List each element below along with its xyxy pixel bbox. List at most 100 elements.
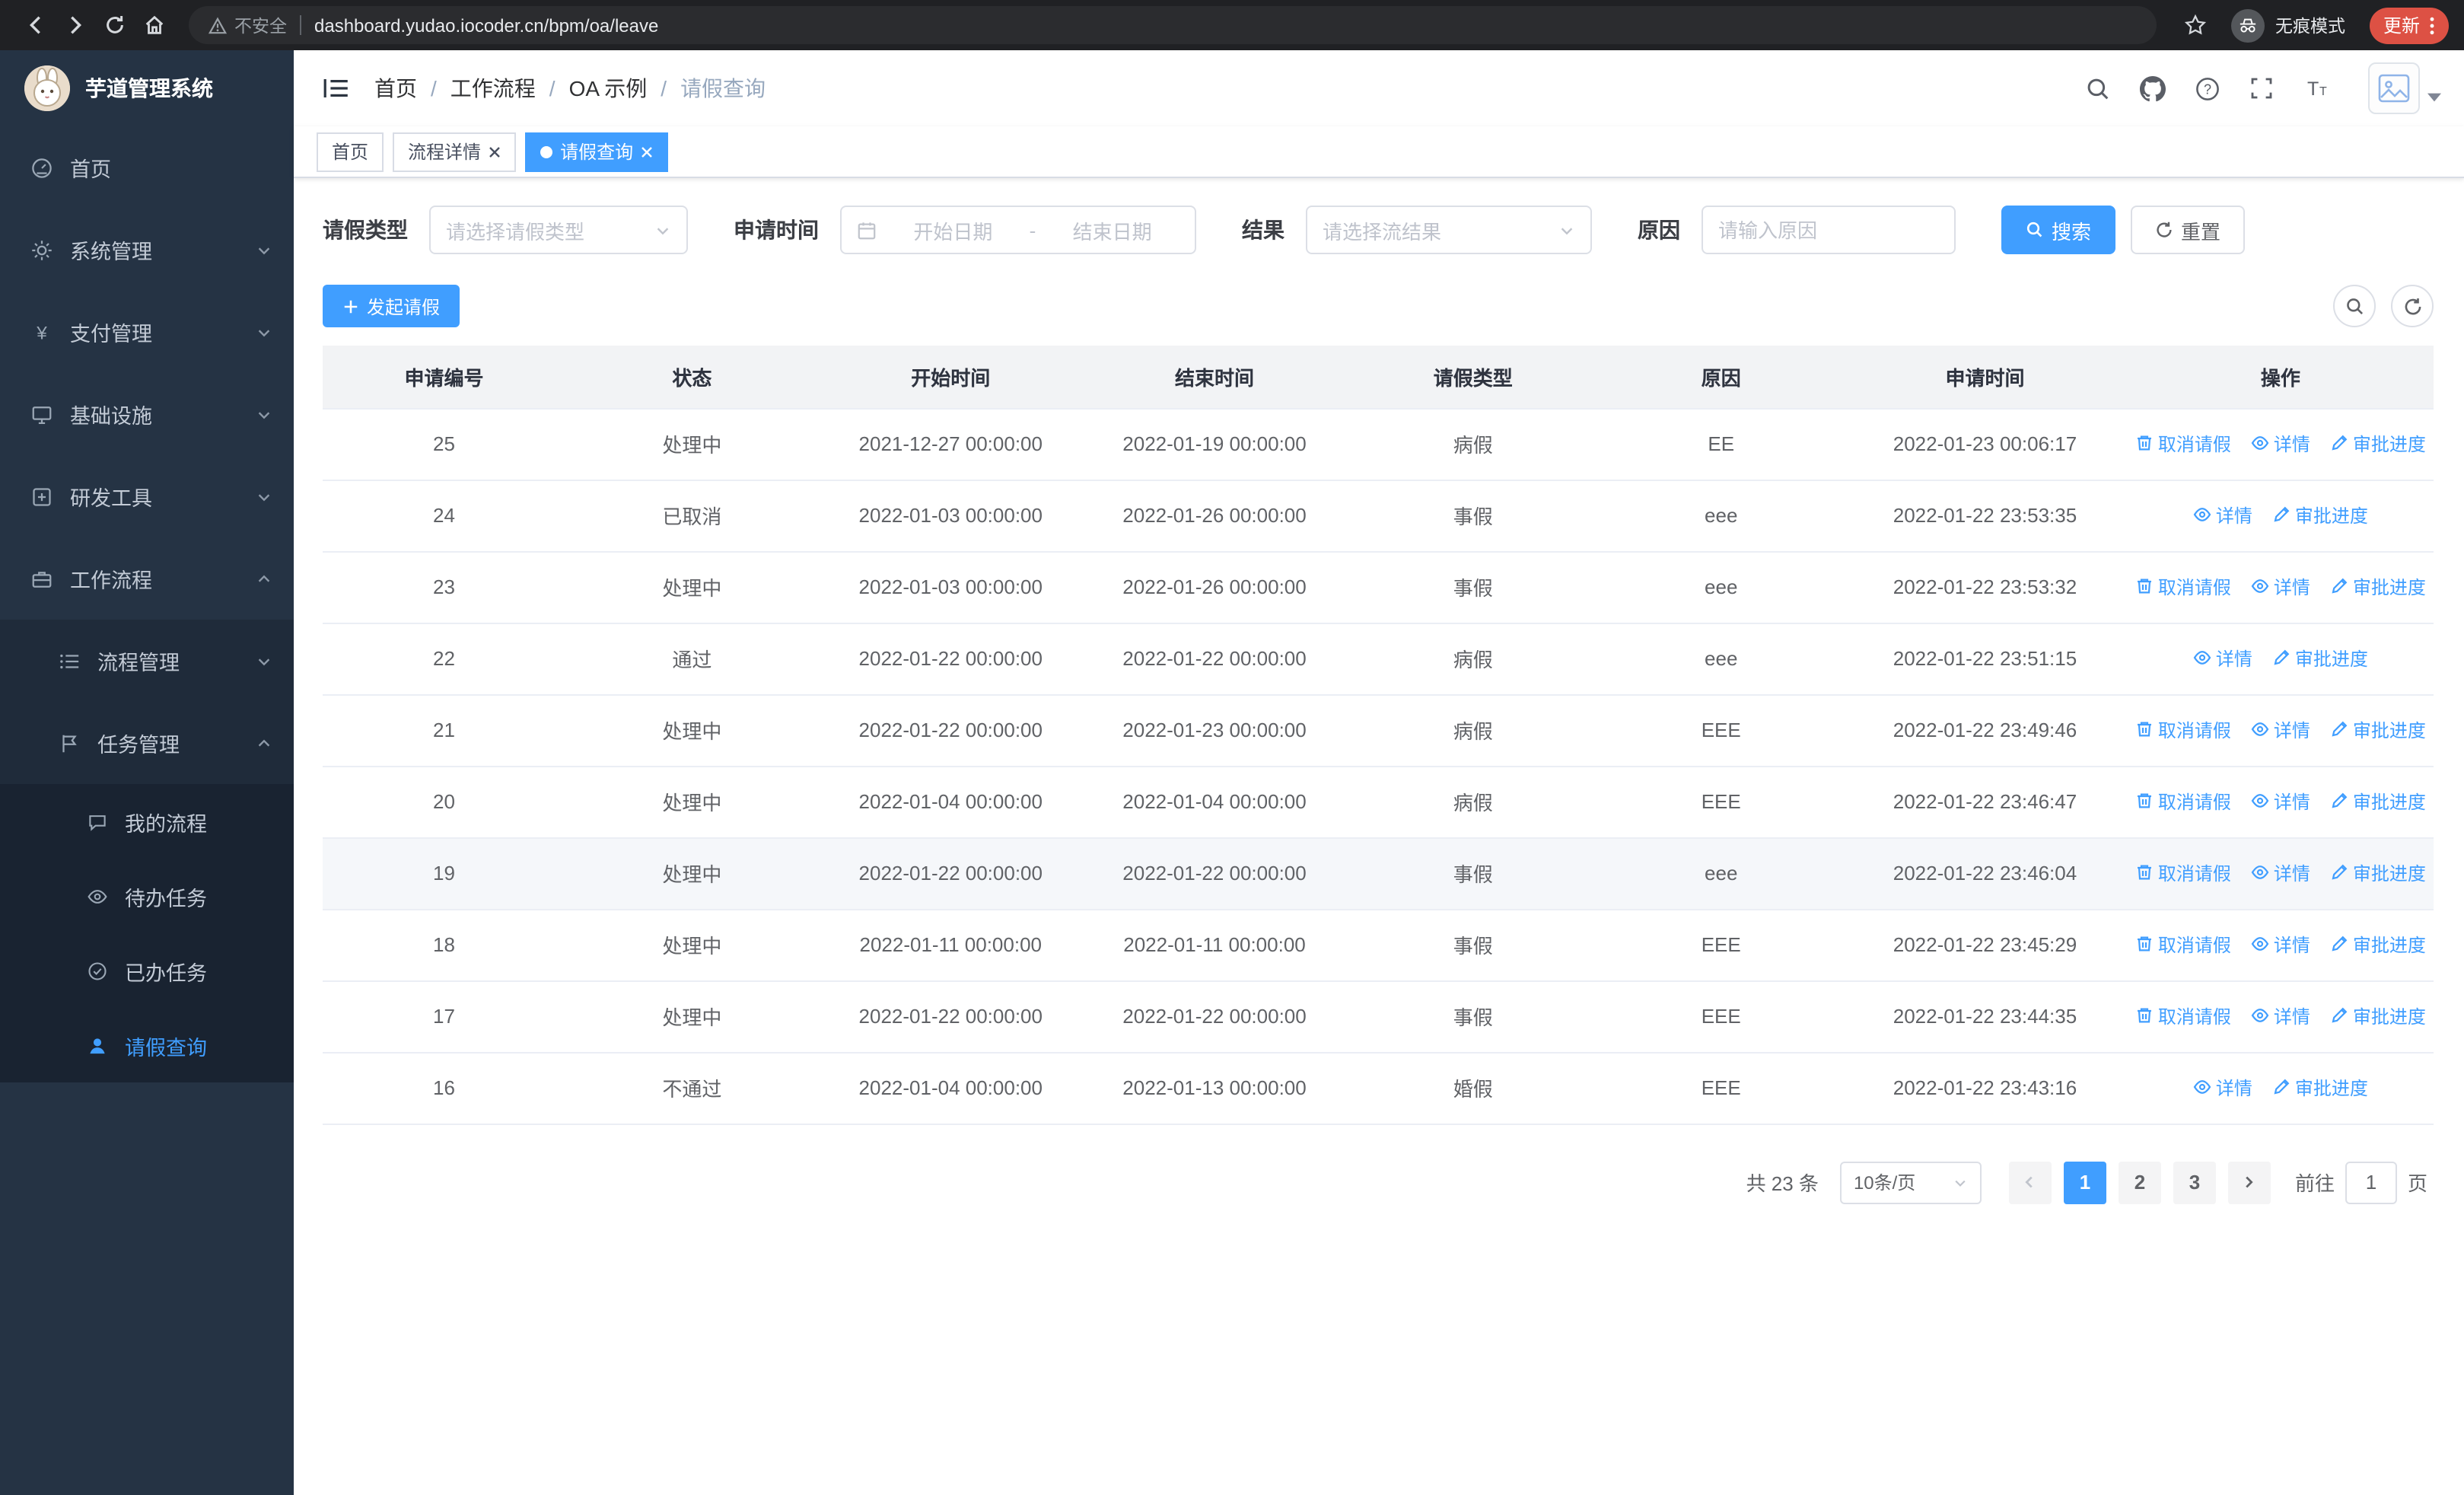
- cancel-leave-link[interactable]: 取消请假: [2135, 1003, 2231, 1029]
- breadcrumb-workflow[interactable]: 工作流程: [450, 73, 536, 104]
- cell-type: 病假: [1346, 694, 1600, 767]
- breadcrumb-home[interactable]: 首页: [374, 73, 417, 104]
- search-button[interactable]: 搜索: [2001, 206, 2116, 254]
- reset-button[interactable]: 重置: [2131, 206, 2246, 254]
- sidebar-item-payment[interactable]: ¥ 支付管理: [0, 291, 294, 373]
- sidebar-item-label: 任务管理: [97, 734, 180, 757]
- toolbox-icon: [30, 485, 55, 508]
- sidebar-item-infrastructure[interactable]: 基础设施: [0, 373, 294, 455]
- search-icon[interactable]: [2085, 75, 2111, 101]
- close-icon[interactable]: [641, 145, 653, 158]
- github-icon[interactable]: [2140, 75, 2166, 101]
- sidebar-item-task-management[interactable]: 任务管理: [0, 702, 294, 784]
- action-label: 详情: [2215, 1077, 2252, 1099]
- filter-result: 结果 请选择流结果: [1242, 206, 1592, 254]
- cancel-leave-link[interactable]: 取消请假: [2135, 717, 2231, 743]
- approval-progress-link[interactable]: 审批进度: [2330, 860, 2426, 886]
- cell-status: 不通过: [565, 1052, 819, 1124]
- reload-button[interactable]: [94, 5, 134, 45]
- fullscreen-icon[interactable]: [2249, 76, 2274, 100]
- breadcrumb-separator: /: [661, 76, 667, 100]
- address-bar[interactable]: 不安全 dashboard.yudao.iocoder.cn/bpm/oa/le…: [189, 6, 2157, 44]
- create-leave-button[interactable]: 发起请假: [323, 285, 460, 327]
- avatar[interactable]: [2368, 62, 2420, 114]
- cancel-leave-link[interactable]: 取消请假: [2135, 431, 2231, 457]
- browser-menu-icon[interactable]: [2429, 14, 2435, 36]
- font-size-icon[interactable]: TT: [2303, 76, 2330, 100]
- next-page-button[interactable]: [2227, 1161, 2271, 1203]
- flag-icon: [58, 732, 82, 754]
- svg-text:T: T: [2307, 78, 2319, 100]
- approval-progress-link[interactable]: 审批进度: [2330, 574, 2426, 600]
- result-select[interactable]: 请选择流结果: [1306, 206, 1592, 254]
- update-button[interactable]: 更新: [2369, 7, 2449, 43]
- cancel-leave-link[interactable]: 取消请假: [2135, 789, 2231, 814]
- page-content: 请假类型 请选择请假类型 申请时间 开始日期 - 结束日期 结果 请选择流结果 …: [294, 178, 2464, 1495]
- goto-page-input[interactable]: [2345, 1161, 2397, 1203]
- refresh-button[interactable]: [2391, 285, 2434, 327]
- sidebar-item-home[interactable]: 首页: [0, 126, 294, 209]
- home-button[interactable]: [134, 5, 173, 45]
- close-icon[interactable]: [489, 145, 501, 158]
- cancel-leave-link[interactable]: 取消请假: [2135, 932, 2231, 958]
- sidebar-item-my-process[interactable]: 我的流程: [0, 784, 294, 859]
- approval-progress-link[interactable]: 审批进度: [2330, 932, 2426, 958]
- sidebar-item-leave-query[interactable]: 请假查询: [0, 1008, 294, 1082]
- cell-applied: 2022-01-22 23:51:15: [1842, 623, 2128, 695]
- cell-id: 16: [323, 1052, 565, 1124]
- sidebar-item-done-tasks[interactable]: 已办任务: [0, 933, 294, 1008]
- leave-type-select[interactable]: 请选择请假类型: [429, 206, 688, 254]
- detail-link[interactable]: 详情: [2251, 789, 2310, 814]
- detail-link[interactable]: 详情: [2193, 502, 2252, 528]
- app-logo: [24, 65, 70, 111]
- page-button-1[interactable]: 1: [2063, 1161, 2106, 1203]
- prev-page-button[interactable]: [2008, 1161, 2052, 1203]
- detail-link[interactable]: 详情: [2251, 431, 2310, 457]
- sidebar-item-system[interactable]: 系统管理: [0, 209, 294, 291]
- sidebar-toggle-icon[interactable]: [317, 70, 356, 107]
- approval-progress-link[interactable]: 审批进度: [2330, 1003, 2426, 1029]
- approval-progress-link[interactable]: 审批进度: [2272, 502, 2368, 528]
- approval-progress-link[interactable]: 审批进度: [2330, 717, 2426, 743]
- breadcrumb-oa-example[interactable]: OA 示例: [569, 73, 648, 104]
- chevron-up-icon: [256, 570, 272, 587]
- approval-progress-link[interactable]: 审批进度: [2330, 789, 2426, 814]
- main-area: 首页 / 工作流程 / OA 示例 / 请假查询 ? TT 首页 流程详情 请假…: [294, 50, 2464, 1495]
- page-button-2[interactable]: 2: [2118, 1161, 2161, 1203]
- sidebar-item-process-management[interactable]: 流程管理: [0, 620, 294, 702]
- detail-link[interactable]: 详情: [2251, 1003, 2310, 1029]
- detail-link[interactable]: 详情: [2251, 574, 2310, 600]
- date-range-picker[interactable]: 开始日期 - 结束日期: [840, 206, 1196, 254]
- tab-process-detail[interactable]: 流程详情: [393, 132, 517, 171]
- sidebar-item-todo-tasks[interactable]: 待办任务: [0, 859, 294, 933]
- detail-link[interactable]: 详情: [2251, 932, 2310, 958]
- back-button[interactable]: [15, 5, 55, 45]
- bookmark-star-icon[interactable]: [2184, 14, 2207, 37]
- header-tools: ? TT: [2085, 62, 2441, 114]
- approval-progress-link[interactable]: 审批进度: [2272, 645, 2368, 671]
- detail-link[interactable]: 详情: [2251, 717, 2310, 743]
- cell-actions: 取消请假 详情 审批进度: [2127, 408, 2434, 480]
- approval-progress-link[interactable]: 审批进度: [2272, 1075, 2368, 1101]
- user-menu[interactable]: [2368, 62, 2441, 114]
- cancel-leave-link[interactable]: 取消请假: [2135, 860, 2231, 886]
- cancel-leave-link[interactable]: 取消请假: [2135, 574, 2231, 600]
- detail-link[interactable]: 详情: [2251, 860, 2310, 886]
- page-button-3[interactable]: 3: [2173, 1161, 2216, 1203]
- tab-leave-query[interactable]: 请假查询: [525, 132, 669, 171]
- approval-progress-link[interactable]: 审批进度: [2330, 431, 2426, 457]
- reason-input[interactable]: [1703, 207, 1954, 253]
- toggle-search-button[interactable]: [2333, 285, 2376, 327]
- tab-home[interactable]: 首页: [317, 132, 384, 171]
- page-size-select[interactable]: 10条/页: [1839, 1161, 1982, 1203]
- action-label: 取消请假: [2157, 433, 2231, 455]
- cell-applied: 2022-01-22 23:46:47: [1842, 766, 2128, 838]
- breadcrumb: 首页 / 工作流程 / OA 示例 / 请假查询: [374, 73, 766, 104]
- action-label: 详情: [2273, 791, 2310, 813]
- detail-link[interactable]: 详情: [2193, 645, 2252, 671]
- help-icon[interactable]: ?: [2195, 75, 2220, 101]
- forward-button[interactable]: [55, 5, 94, 45]
- sidebar-item-devtools[interactable]: 研发工具: [0, 455, 294, 537]
- sidebar-item-workflow[interactable]: 工作流程: [0, 537, 294, 620]
- detail-link[interactable]: 详情: [2193, 1075, 2252, 1101]
